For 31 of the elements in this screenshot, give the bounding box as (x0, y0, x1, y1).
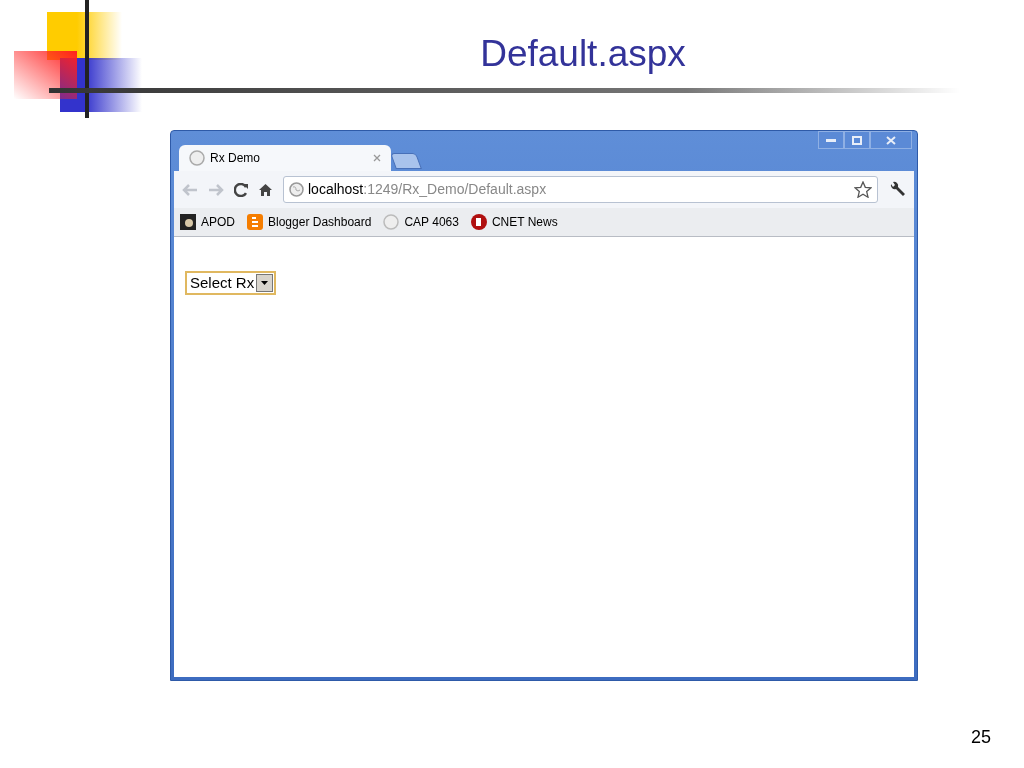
bookmark[interactable]: Blogger Dashboard (247, 213, 372, 231)
cnet-icon (470, 214, 487, 230)
url-text: localhost:1249/Rx_Demo/Default.aspx (308, 180, 548, 199)
browser-tab[interactable]: Rx Demo (179, 145, 391, 171)
close-icon[interactable] (373, 154, 381, 162)
home-icon[interactable] (258, 182, 273, 197)
photo-icon (180, 214, 196, 230)
new-tab-button[interactable] (390, 153, 422, 169)
close-icon (886, 135, 896, 145)
maximize-icon (852, 135, 862, 145)
reload-icon[interactable] (234, 182, 248, 197)
wrench-icon[interactable] (888, 181, 906, 198)
tab-title: Rx Demo (210, 150, 261, 167)
close-button[interactable] (870, 131, 912, 149)
bookmark[interactable]: CAP 4063 (383, 213, 459, 231)
blogger-icon (247, 214, 263, 230)
minimize-button[interactable] (818, 131, 844, 149)
forward-icon[interactable] (208, 183, 224, 196)
bookmark[interactable]: CNET News (470, 213, 558, 231)
star-icon[interactable] (854, 181, 872, 198)
globe-icon (289, 182, 304, 197)
bookmark[interactable]: APOD (180, 213, 235, 231)
address-bar[interactable]: localhost:1249/Rx_Demo/Default.aspx (283, 176, 878, 203)
globe-icon (189, 150, 205, 166)
dropdown[interactable]: Select Rx (185, 271, 277, 296)
minimize-icon (826, 138, 836, 142)
back-icon[interactable] (182, 183, 198, 196)
globe-icon (383, 214, 400, 230)
slide-title: Default.aspx (479, 32, 687, 76)
maximize-button[interactable] (844, 131, 870, 149)
slide-number: 25 (970, 726, 991, 749)
